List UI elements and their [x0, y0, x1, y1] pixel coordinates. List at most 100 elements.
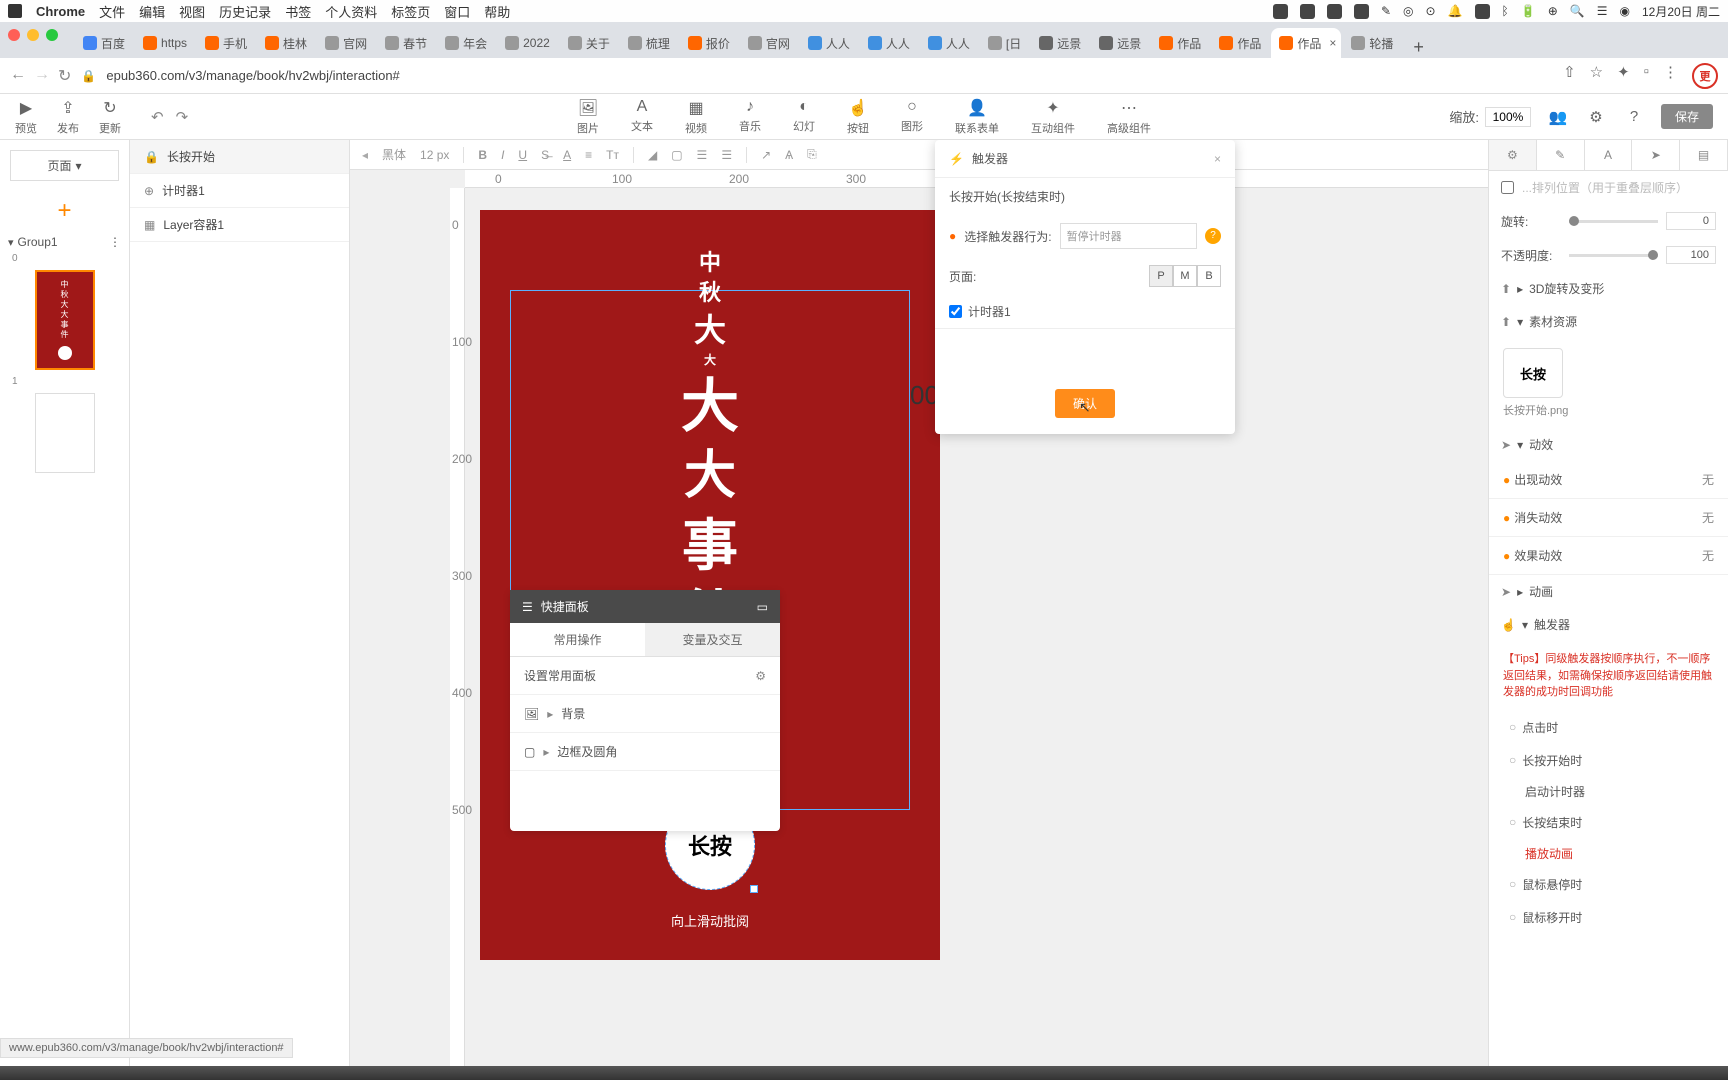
browser-tab[interactable]: 作品 [1151, 28, 1209, 58]
insert-button[interactable]: ♪音乐 [739, 98, 761, 136]
browser-tab[interactable]: 春节 [377, 28, 435, 58]
font-select[interactable]: 黑体 [382, 146, 406, 163]
datetime[interactable]: 12月20日 周二 [1642, 3, 1720, 20]
confirm-button[interactable]: 确认↖ [1055, 389, 1115, 418]
control-center-icon[interactable]: ☰ [1597, 4, 1608, 18]
trigger-longpress-start[interactable]: ○长按开始时 [1489, 744, 1728, 777]
app-name[interactable]: Chrome [36, 4, 85, 19]
browser-tab[interactable]: 远景 [1091, 28, 1149, 58]
tray-icon[interactable]: ✎ [1381, 4, 1391, 18]
trigger-action-start-timer[interactable]: 启动计时器 [1489, 777, 1728, 806]
timer-checkbox[interactable] [949, 305, 962, 318]
browser-tab[interactable]: [日 [980, 28, 1029, 58]
share-icon[interactable]: ⇧ [1563, 63, 1576, 89]
profile-avatar[interactable]: 更 [1692, 63, 1718, 89]
help-icon[interactable]: ? [1623, 106, 1645, 128]
menu-icon[interactable]: ⋮ [1663, 63, 1678, 89]
browser-tab[interactable]: 梳理 [620, 28, 678, 58]
toolbar-button[interactable]: ⇪发布 [57, 98, 79, 136]
help-icon[interactable]: ? [1205, 228, 1221, 244]
browser-tab[interactable]: 人人 [920, 28, 978, 58]
menu-history[interactable]: 历史记录 [219, 2, 271, 21]
tab-common[interactable]: 常用操作 [510, 623, 645, 656]
browser-tab[interactable]: 人人 [860, 28, 918, 58]
save-button[interactable]: 保存 [1661, 104, 1713, 129]
border-row[interactable]: ▢▸边框及圆角 [510, 733, 780, 771]
close-window[interactable] [8, 29, 20, 41]
browser-tab[interactable]: 年会 [437, 28, 495, 58]
setup-row[interactable]: 设置常用面板⚙ [510, 657, 780, 695]
tray-icon[interactable]: ⊙ [1426, 4, 1436, 18]
insert-button[interactable]: ☝按钮 [847, 98, 869, 136]
layer-item[interactable]: ▦Layer容器1 [130, 208, 349, 242]
search-icon[interactable]: 🔍 [1570, 4, 1585, 18]
trigger-longpress-end[interactable]: ○长按结束时 [1489, 806, 1728, 839]
page-dropdown[interactable]: 页面▾ [10, 150, 119, 181]
macos-dock[interactable] [0, 1066, 1728, 1080]
add-page-button[interactable]: + [0, 197, 129, 225]
pos-checkbox[interactable] [1501, 181, 1514, 194]
tray-icon[interactable] [1475, 4, 1490, 19]
asset-thumbnail[interactable]: 长按 [1503, 348, 1563, 398]
browser-tab[interactable]: 关于 [560, 28, 618, 58]
trigger-click[interactable]: ○点击时 [1489, 711, 1728, 744]
opacity-slider[interactable] [1569, 254, 1658, 257]
color-button[interactable]: A [563, 148, 571, 162]
appear-anim-value[interactable]: 无 [1702, 471, 1714, 488]
wifi-icon[interactable]: ⊕ [1548, 4, 1558, 18]
behavior-select[interactable]: 暂停计时器 [1060, 223, 1197, 249]
browser-tab[interactable]: 报价 [680, 28, 738, 58]
copy-button[interactable]: ⎘ [807, 147, 817, 162]
trigger-action-play-anim[interactable]: 播放动画 [1489, 839, 1728, 868]
menu-profile[interactable]: 个人资料 [325, 2, 377, 21]
insert-button[interactable]: ◐幻灯 [793, 98, 815, 136]
browser-tab[interactable]: 轮播 [1343, 28, 1401, 58]
browser-tab[interactable]: 官网 [317, 28, 375, 58]
tray-icon[interactable]: ◎ [1403, 4, 1413, 18]
section-timeline[interactable]: ➤▸ 动画 [1489, 575, 1728, 608]
forward-button[interactable]: → [34, 66, 50, 86]
bg-row[interactable]: 🖼▸背景 [510, 695, 780, 733]
page-m-button[interactable]: M [1173, 265, 1197, 287]
insert-button[interactable]: ○图形 [901, 98, 923, 136]
menu-tabs[interactable]: 标签页 [391, 2, 430, 21]
star-icon[interactable]: ☆ [1590, 63, 1603, 89]
page-thumbnail-1[interactable] [35, 393, 95, 473]
props-tab-text[interactable]: A [1585, 140, 1633, 170]
reload-button[interactable]: ↻ [58, 66, 71, 86]
close-icon[interactable]: × [1214, 152, 1221, 166]
menu-window[interactable]: 窗口 [444, 2, 470, 21]
insert-button[interactable]: 👤联系表单 [955, 98, 999, 136]
insert-button[interactable]: ▦视频 [685, 98, 707, 136]
section-3d[interactable]: ⬆▸ 3D旋转及变形 [1489, 272, 1728, 305]
props-tab-page[interactable]: ▤ [1680, 140, 1728, 170]
layer-item[interactable]: ⊕计时器1 [130, 174, 349, 208]
siri-icon[interactable]: ◉ [1619, 4, 1629, 18]
link-button[interactable]: ↗ [761, 148, 771, 162]
tray-icon[interactable] [1300, 4, 1315, 19]
menu-view[interactable]: 视图 [179, 2, 205, 21]
page-thumbnail-0[interactable]: 中秋大大事件 [35, 270, 95, 370]
artboard[interactable]: 中 秋 大 大 大 大 事 件 长按 向上滑动批阅 [480, 210, 940, 960]
bold-button[interactable]: B [478, 148, 487, 162]
insert-button[interactable]: A文本 [631, 98, 653, 136]
menu-file[interactable]: 文件 [99, 2, 125, 21]
opacity-value[interactable]: 100 [1666, 246, 1716, 264]
section-asset[interactable]: ⬆▾ 素材资源 [1489, 305, 1728, 338]
zoom-input[interactable] [1485, 107, 1531, 127]
trigger-mouseleave[interactable]: ○鼠标移开时 [1489, 901, 1728, 934]
props-tab-settings[interactable]: ⚙ [1489, 140, 1537, 170]
strike-button[interactable]: S̶ [541, 148, 549, 162]
browser-tab[interactable]: 作品 [1211, 28, 1269, 58]
disappear-anim-value[interactable]: 无 [1702, 509, 1714, 526]
effect-anim-value[interactable]: 无 [1702, 547, 1714, 564]
collapse-icon[interactable]: ◂ [362, 148, 368, 162]
browser-tab[interactable]: 官网 [740, 28, 798, 58]
sidepanel-icon[interactable]: ▫ [1644, 63, 1649, 89]
tray-icon[interactable] [1327, 4, 1342, 19]
new-tab-button[interactable]: + [1403, 37, 1434, 58]
collaborators-icon[interactable]: 👥 [1547, 106, 1569, 128]
tray-icon[interactable] [1354, 4, 1369, 19]
align-right-button[interactable]: ☰ [721, 148, 732, 162]
browser-tab[interactable]: 百度 [75, 28, 133, 58]
